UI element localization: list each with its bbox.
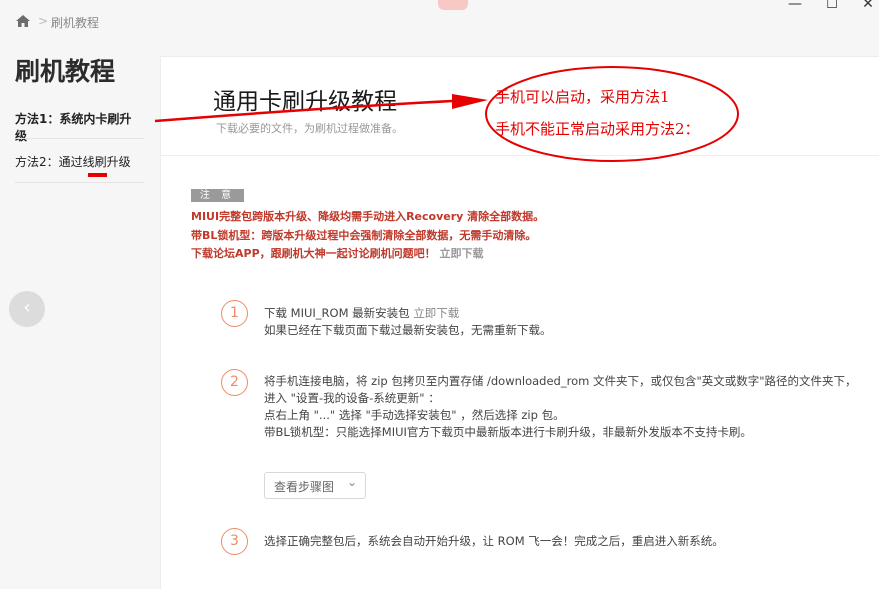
red-underline-mark (88, 173, 107, 177)
step-1-line-1: 下载 MIUI_ROM 最新安装包 (264, 306, 414, 320)
home-icon[interactable] (16, 15, 30, 27)
annotation-text-2: 手机不能正常启动采用方法2： (495, 120, 700, 138)
step-2-line-1: 将手机连接电脑，将 zip 包拷贝至内置存储 /downloaded_rom 文… (264, 374, 857, 388)
warning-line-2: 带BL锁机型：跨版本升级过程中会强制清除全部数据，无需手动清除。 (191, 229, 537, 242)
title-bar: > 刷机教程 — ☐ ✕ (0, 0, 879, 44)
chevron-down-icon: ⌄ (347, 475, 358, 489)
download-rom-link[interactable]: 立即下载 (413, 306, 459, 320)
step-2-line-3: 点右上角 "..." 选择 "手动选择安装包" ，然后选择 zip 包。 (264, 408, 565, 422)
divider (160, 155, 879, 156)
page-title: 通用卡刷升级教程 (213, 89, 397, 115)
warning-text: 下载论坛APP，跟刷机大神一起讨论刷机问题吧！ (191, 247, 436, 260)
view-steps-dropdown[interactable]: 查看步骤图 ⌄ (264, 472, 366, 499)
note-badge: 注 意 (191, 189, 244, 202)
page-subtitle: 下载必要的文件，为刷机过程做准备。 (216, 122, 403, 135)
divider (15, 182, 144, 183)
maximize-button[interactable]: ☐ (822, 0, 842, 12)
step-2-number: 2 (221, 369, 248, 396)
minimize-button[interactable]: — (785, 0, 805, 12)
download-app-link[interactable]: 立即下载 (439, 247, 483, 260)
divider (15, 138, 144, 139)
breadcrumb[interactable]: 刷机教程 (51, 14, 99, 31)
step-3-number: 3 (221, 528, 248, 555)
step-1-text: 下载 MIUI_ROM 最新安装包 立即下载 如果已经在下载页面下载过最新安装包… (264, 305, 552, 339)
step-2-text: 将手机连接电脑，将 zip 包拷贝至内置存储 /downloaded_rom 文… (264, 373, 857, 441)
step-1-line-2: 如果已经在下载页面下载过最新安装包，无需重新下载。 (264, 323, 552, 337)
warning-line-3: 下载论坛APP，跟刷机大神一起讨论刷机问题吧！ 立即下载 (191, 245, 483, 261)
app-badge (438, 0, 468, 10)
warning-line-1: MIUI完整包跨版本升级、降级均需手动进入Recovery 清除全部数据。 (191, 210, 545, 223)
close-button[interactable]: ✕ (858, 0, 878, 12)
step-2-line-2: 进入 "设置-我的设备-系统更新" ： (264, 391, 440, 405)
dropdown-label: 查看步骤图 (274, 480, 335, 494)
step-3-text: 选择正确完整包后，系统会自动开始升级，让 ROM 飞一会！完成之后，重启进入新系… (264, 534, 724, 548)
sidebar-title: 刷机教程 (15, 57, 116, 86)
back-arrow-button[interactable]: ‹ (9, 291, 45, 327)
step-1-number: 1 (221, 300, 248, 327)
annotation-text-1: 手机可以启动，采用方法1 (495, 88, 670, 106)
step-2-line-4: 带BL锁机型：只能选择MIUI官方下载页中最新版本进行卡刷升级，非最新外发版本不… (264, 425, 752, 439)
sidebar-item-method-2[interactable]: 方法2：通过线刷升级 (15, 153, 143, 170)
breadcrumb-separator: > (38, 14, 49, 28)
